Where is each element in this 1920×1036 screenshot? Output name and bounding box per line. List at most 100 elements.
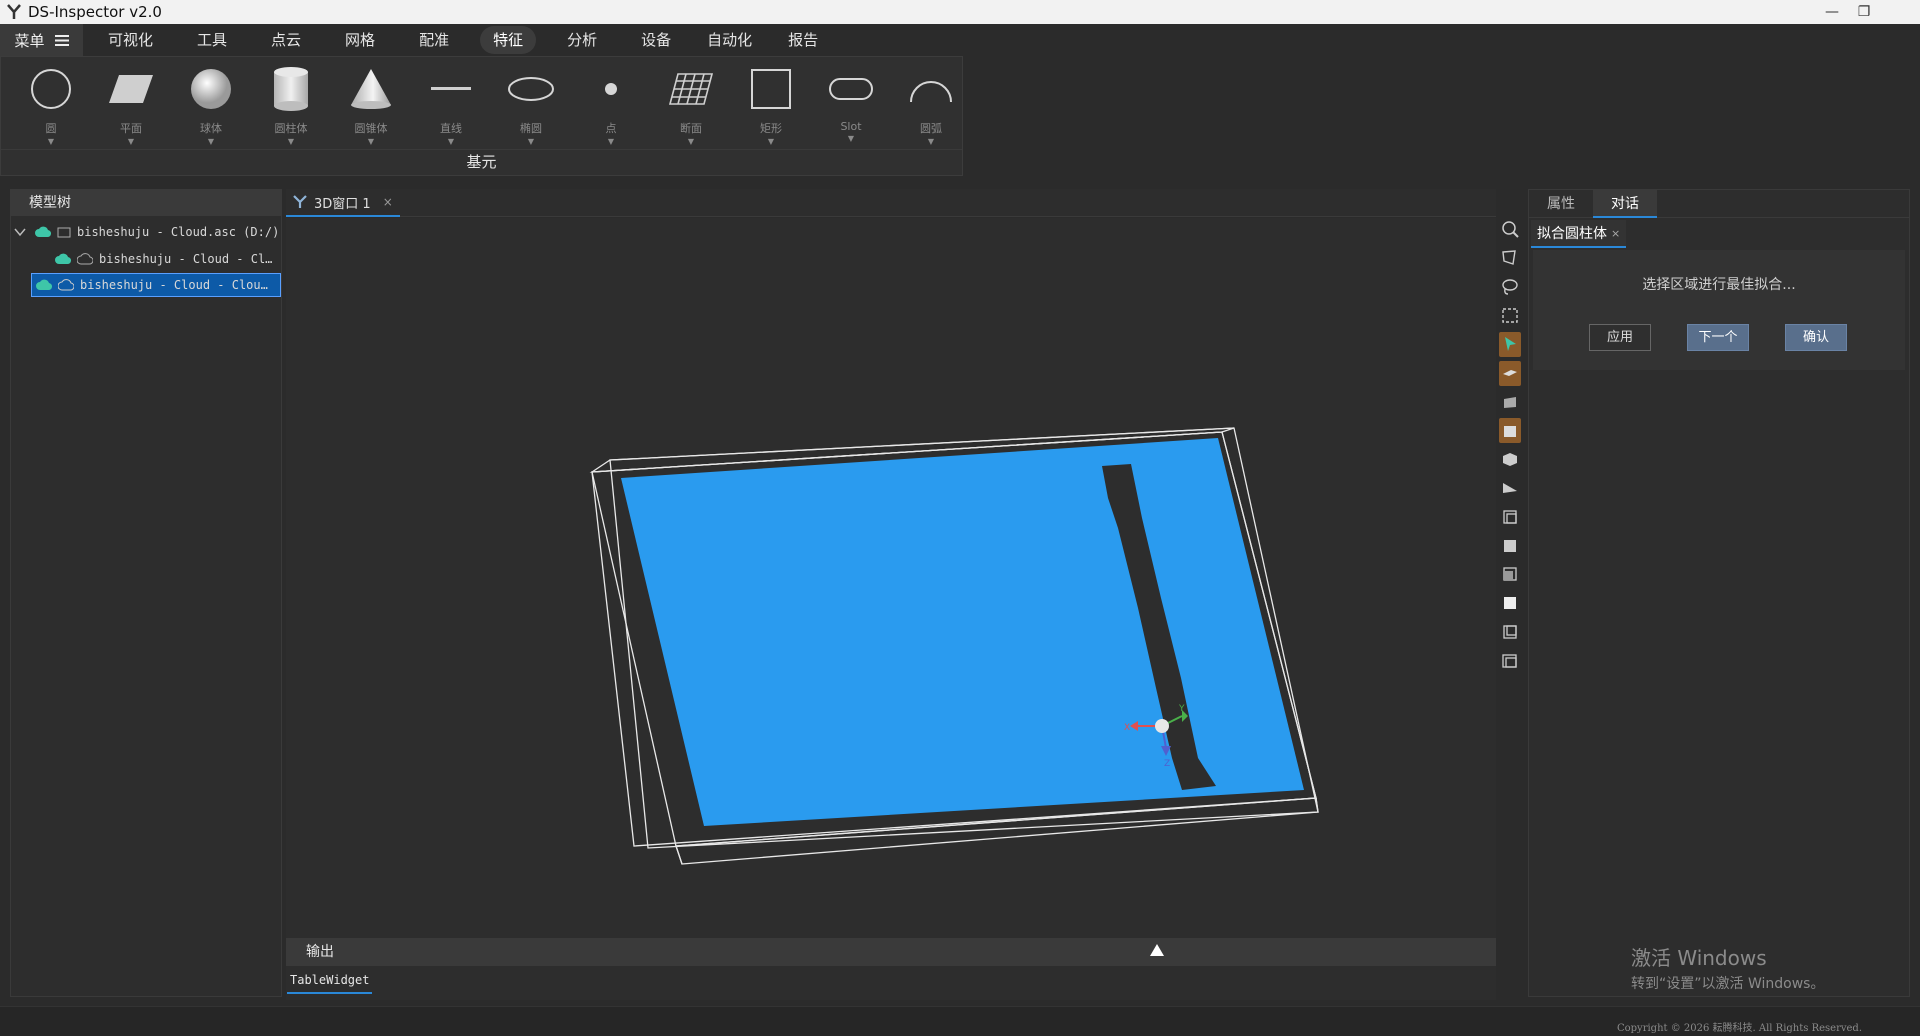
- apply-button[interactable]: 应用: [1589, 324, 1651, 351]
- right-panel: 属性 对话 拟合圆柱体 × 选择区域进行最佳拟合... 应用 下一个 确认: [1528, 189, 1910, 997]
- zoom-fit-icon[interactable]: [1499, 217, 1521, 242]
- restore-icon[interactable]: ❐: [1848, 0, 1880, 24]
- tool-circle-label: 圆: [45, 122, 57, 135]
- ellipse-icon: [507, 65, 555, 113]
- hamburger-icon: [54, 34, 69, 46]
- view-left-icon[interactable]: [1499, 505, 1521, 530]
- dialog-message: 选择区域进行最佳拟合...: [1642, 277, 1796, 293]
- cloud-visible-icon[interactable]: [35, 226, 51, 238]
- next-button[interactable]: 下一个: [1687, 324, 1749, 351]
- menu-tab-devices[interactable]: 设备: [628, 26, 684, 54]
- tool-cylinder[interactable]: 圆柱体 ▼: [251, 57, 331, 149]
- feature-ribbon: 圆▼ 平面▼ 球体▼ 圆柱体▼ 圆锥体▼ 直线▼ 椭圆▼ 点▼: [0, 56, 963, 176]
- output-panel-header[interactable]: 输出: [286, 938, 1496, 966]
- menu-tab-tools[interactable]: 工具: [184, 26, 240, 54]
- tool-sphere[interactable]: 球体 ▼: [171, 57, 251, 149]
- confirm-button[interactable]: 确认: [1785, 324, 1847, 351]
- tool-circle[interactable]: 圆 ▼: [11, 57, 91, 149]
- view-front-icon[interactable]: [1499, 390, 1521, 415]
- menu-tab-registration[interactable]: 配准: [406, 26, 462, 54]
- view-cube-icon[interactable]: [1499, 447, 1521, 472]
- tool-point[interactable]: 点 ▼: [571, 57, 651, 149]
- menu-tab-analysis[interactable]: 分析: [554, 26, 610, 54]
- tree-item-label: bisheshuju - Cloud - Cl…: [99, 252, 273, 266]
- view-back-icon[interactable]: [1499, 562, 1521, 587]
- view-solid-icon[interactable]: [1499, 591, 1521, 616]
- tree-item-child-2-selected[interactable]: bisheshuju - Cloud - Clou…: [31, 273, 281, 297]
- app-logo-icon: [293, 195, 307, 208]
- close-window-icon[interactable]: [1880, 0, 1920, 24]
- output-panel: TableWidget: [286, 966, 1496, 1000]
- view-reset-icon[interactable]: [1499, 648, 1521, 673]
- sphere-icon: [187, 65, 235, 113]
- point-cloud-render[interactable]: Y X Z: [286, 218, 1496, 938]
- section-icon: [667, 65, 715, 113]
- rect-select-icon[interactable]: [1499, 303, 1521, 328]
- cylinder-icon: [267, 65, 315, 113]
- circle-icon: [27, 65, 75, 113]
- tool-line[interactable]: 直线 ▼: [411, 57, 491, 149]
- menu-tab-automation[interactable]: 自动化: [694, 26, 765, 54]
- tab-3d-window[interactable]: 3D窗口 1 ×: [286, 189, 400, 217]
- tab-properties[interactable]: 属性: [1529, 190, 1593, 218]
- polygon-select-icon[interactable]: [1499, 246, 1521, 271]
- tab-dialog[interactable]: 对话: [1593, 190, 1657, 218]
- axis-x-label: X: [1124, 723, 1130, 733]
- tab-tablewidget[interactable]: TableWidget: [287, 970, 373, 994]
- tool-ellipse-label: 椭圆: [520, 122, 542, 135]
- tool-arc[interactable]: 圆弧 ▼: [891, 57, 971, 149]
- tool-rectangle[interactable]: 矩形 ▼: [731, 57, 811, 149]
- main-menu-button[interactable]: 菜单: [0, 24, 83, 56]
- expand-up-icon[interactable]: [1150, 944, 1164, 956]
- copyright-text: Copyright © 2026 耘腾科技. All Rights Reserv…: [1616, 1023, 1862, 1034]
- minimize-icon[interactable]: —: [1816, 0, 1848, 24]
- tool-plane[interactable]: 平面 ▼: [91, 57, 171, 149]
- tool-arc-label: 圆弧: [920, 122, 942, 135]
- tool-cylinder-label: 圆柱体: [274, 122, 308, 135]
- menu-tab-pointcloud[interactable]: 点云: [258, 26, 314, 54]
- tree-item-child-1[interactable]: bisheshuju - Cloud - Cl…: [55, 247, 272, 271]
- title-bar: DS-Inspector v2.0 — ❐: [0, 0, 1920, 24]
- pointer-icon[interactable]: [1499, 332, 1521, 357]
- cloud-visible-icon[interactable]: [55, 253, 71, 265]
- tree-item-root[interactable]: bisheshuju - Cloud.asc (D:/): [13, 220, 279, 244]
- tool-slot[interactable]: Slot ▼: [811, 57, 891, 149]
- tool-cone[interactable]: 圆锥体 ▼: [331, 57, 411, 149]
- watermark-line2: 转到“设置”以激活 Windows。: [1631, 976, 1825, 992]
- output-title: 输出: [306, 944, 334, 960]
- arc-icon: [907, 65, 955, 113]
- view-top-icon[interactable]: [1499, 360, 1521, 386]
- tool-sphere-label: 球体: [200, 122, 222, 135]
- point-icon: [587, 65, 635, 113]
- tool-slot-label: Slot: [840, 120, 862, 133]
- menu-tab-mesh[interactable]: 网格: [332, 26, 388, 54]
- viewport-tabbar: 3D窗口 1 ×: [286, 189, 1496, 217]
- menu-tab-features[interactable]: 特征: [480, 26, 537, 54]
- cloud-visible-icon[interactable]: [36, 279, 52, 291]
- tree-item-label: bisheshuju - Cloud.asc (D:/): [77, 225, 280, 239]
- tool-point-label: 点: [605, 122, 617, 135]
- app-logo-icon: [0, 0, 28, 24]
- close-tab-icon[interactable]: ×: [1611, 227, 1620, 240]
- main-menu-label: 菜单: [14, 31, 45, 50]
- windows-activation-watermark: 激活 Windows 转到“设置”以激活 Windows。: [1631, 942, 1824, 993]
- close-tab-icon[interactable]: ×: [383, 195, 393, 209]
- axis-y-label: Y: [1178, 704, 1185, 714]
- tab-fit-cylinder[interactable]: 拟合圆柱体 ×: [1531, 220, 1627, 248]
- menu-tab-visualization[interactable]: 可视化: [95, 26, 166, 54]
- tool-section[interactable]: 断面 ▼: [651, 57, 731, 149]
- view-iso-icon[interactable]: [1499, 418, 1521, 443]
- tool-plane-label: 平面: [120, 122, 142, 135]
- lasso-select-icon[interactable]: [1499, 275, 1521, 300]
- plane-icon: [107, 65, 155, 113]
- viewport-toolbar: [1498, 217, 1522, 677]
- tool-ellipse[interactable]: 椭圆 ▼: [491, 57, 571, 149]
- chevron-down-icon[interactable]: [13, 225, 27, 239]
- menu-tab-report[interactable]: 报告: [775, 26, 831, 54]
- view-bottom-icon[interactable]: [1499, 476, 1521, 501]
- fit-cylinder-dialog: 选择区域进行最佳拟合... 应用 下一个 确认: [1533, 250, 1905, 370]
- tool-cone-label: 圆锥体: [354, 122, 388, 135]
- view-right-icon[interactable]: [1499, 533, 1521, 558]
- view-wire-icon[interactable]: [1499, 620, 1521, 645]
- 3d-viewport[interactable]: Y X Z: [286, 218, 1496, 938]
